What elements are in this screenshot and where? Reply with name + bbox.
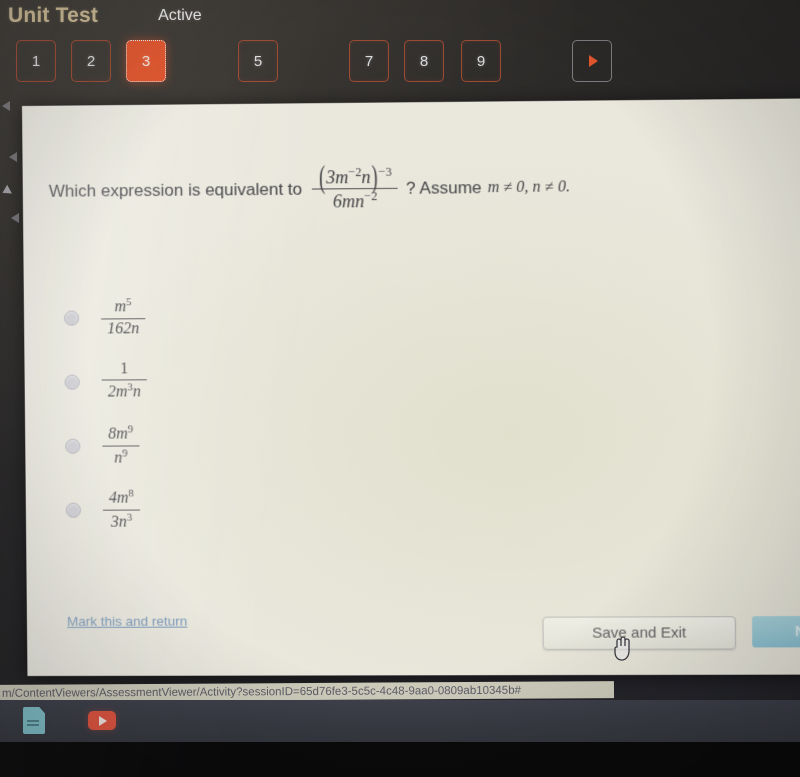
edge-marker-1 (2, 101, 10, 111)
device-screen: Unit Test Active 1 2 3 5 7 8 9 Which exp… (0, 0, 800, 777)
os-taskbar (0, 700, 800, 742)
question-tab-1[interactable]: 1 (16, 40, 56, 82)
question-tab-5[interactable]: 5 (238, 40, 278, 82)
radio-button-d[interactable] (65, 502, 81, 518)
question-tab-7[interactable]: 7 (349, 40, 389, 82)
next-page-tab[interactable] (572, 40, 612, 82)
question-lead-text: Which expression is equivalent to (48, 179, 303, 201)
save-and-exit-button[interactable]: Save and Exit (542, 616, 736, 650)
mark-this-and-return-link[interactable]: Mark this and return (67, 614, 188, 629)
choice-c-numerator-base: 8m (108, 426, 128, 444)
question-tab-9[interactable]: 9 (461, 40, 501, 82)
denominator-base: 6mn (332, 191, 365, 212)
choice-a-expression: m5 162n (101, 296, 146, 339)
choice-b-denominator-tail: n (132, 383, 142, 402)
right-paren: ) (371, 159, 378, 195)
title-row: Unit Test Active (8, 0, 202, 32)
radio-button-a[interactable] (63, 310, 80, 326)
numerator-variable: n (361, 166, 371, 188)
choice-a-denominator-base: 162n (107, 319, 140, 338)
choice-c-numerator: 8m9 (102, 423, 139, 445)
choice-a-numerator-exp: 5 (126, 296, 132, 309)
choice-d-expression: 4m8 3n3 (102, 487, 141, 533)
numerator-base-exponent: −2 (348, 165, 362, 180)
choice-d-denominator: 3n3 (105, 510, 139, 532)
edge-marker-2 (9, 152, 17, 162)
assessment-page: Which expression is equivalent to (3m−2n… (22, 98, 800, 677)
next-button[interactable]: Next (751, 615, 800, 648)
choice-c-expression: 8m9 n9 (102, 423, 140, 469)
choice-c-numerator-exp: 9 (127, 423, 134, 436)
question-stem: Which expression is equivalent to (3m−2n… (48, 159, 571, 215)
choice-b-expression: 1 2m3n (101, 360, 148, 404)
choice-d-numerator-exp: 8 (128, 487, 134, 500)
choice-a-denominator: 162n (101, 319, 145, 339)
choice-b-denominator: 2m3n (102, 381, 147, 404)
assessment-header: Unit Test Active 1 2 3 5 7 8 9 (0, 0, 800, 102)
question-tail-text: ? Assume (406, 177, 482, 198)
document-icon[interactable] (23, 707, 45, 734)
choice-c-denominator-exp: 9 (122, 446, 128, 460)
page-title: Unit Test (8, 4, 99, 27)
numerator-base: 3m (326, 167, 349, 188)
question-assumption: m ≠ 0, n ≠ 0. (487, 177, 571, 196)
choice-d-denominator-base: 3n (110, 513, 127, 531)
expression-numerator: (3m−2n)−3 (312, 159, 398, 195)
choice-d-numerator-base: 4m (108, 490, 129, 508)
question-tab-8[interactable]: 8 (404, 40, 444, 82)
choice-d-numerator: 4m8 (103, 487, 140, 509)
choice-a-numerator: m5 (108, 296, 137, 318)
answer-choice-list: m5 162n 1 2m3n 8m9 n9 4m8 3n3 (63, 284, 368, 542)
screen-bezel (0, 742, 800, 777)
assessment-content-wrap: Which expression is equivalent to (3m−2n… (0, 98, 800, 680)
choice-b-numerator: 1 (114, 360, 134, 380)
choice-b-numerator-base: 1 (120, 360, 129, 378)
question-tab-3[interactable]: 3 (126, 40, 166, 82)
choice-d-denominator-exp: 3 (126, 511, 133, 524)
answer-choice-c[interactable]: 8m9 n9 (65, 412, 367, 478)
choice-c-denominator: n9 (108, 446, 134, 468)
choice-c-denominator-base: n (114, 449, 123, 467)
mouse-cursor-icon (612, 636, 634, 667)
youtube-icon[interactable] (88, 711, 116, 730)
status-label: Active (158, 7, 202, 24)
left-paren: ( (318, 159, 326, 195)
answer-choice-d[interactable]: 4m8 3n3 (65, 476, 368, 541)
question-expression: (3m−2n)−3 6mn −2 (312, 159, 399, 213)
radio-button-b[interactable] (64, 374, 80, 390)
answer-choice-a[interactable]: m5 162n (63, 284, 366, 350)
question-tab-2[interactable]: 2 (71, 40, 111, 82)
radio-button-c[interactable] (65, 438, 81, 454)
edge-marker-4 (11, 213, 19, 223)
outer-exponent: −3 (378, 164, 392, 179)
choice-b-denominator-base: 2m (107, 384, 128, 402)
answer-choice-b[interactable]: 1 2m3n (64, 348, 366, 414)
question-tabstrip: 1 2 3 5 7 8 9 (0, 40, 800, 96)
play-arrow-icon (588, 55, 598, 67)
choice-a-numerator-base: m (114, 299, 127, 317)
